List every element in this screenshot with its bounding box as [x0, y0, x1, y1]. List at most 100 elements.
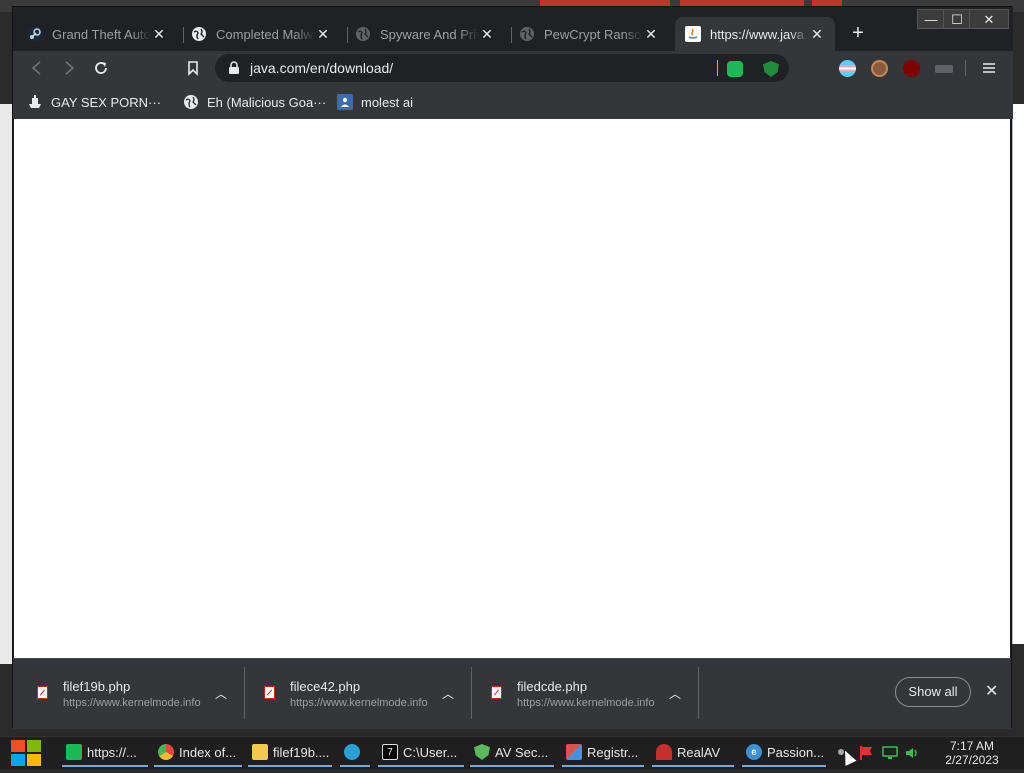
bookmark-item[interactable]: Eh (Malicious Goa···	[183, 85, 326, 119]
ublock-extension-icon[interactable]	[903, 60, 920, 77]
close-tab-icon[interactable]: ✕	[479, 26, 495, 43]
taskbar-label: Registr...	[587, 744, 639, 760]
edge-icon	[344, 744, 360, 760]
bookmark-item[interactable]: GAY SEX PORN···	[27, 85, 161, 119]
show-all-button[interactable]: Show all	[895, 677, 971, 707]
flag-icon[interactable]	[858, 745, 874, 761]
avatar-extension-icon[interactable]	[871, 60, 888, 77]
ie-icon: e	[746, 744, 762, 760]
hamburger-menu-icon	[983, 63, 995, 73]
tab-label: https://www.java.com	[710, 26, 809, 42]
minimize-button[interactable]: —	[917, 9, 945, 29]
taskbar-item[interactable]: https://...	[62, 739, 148, 767]
reload-button[interactable]	[89, 56, 113, 80]
taskbar: https://... Index of... filef19b.... 7 C…	[0, 736, 1024, 769]
chevron-up-icon[interactable]: ︿	[442, 685, 454, 702]
ship-icon	[27, 94, 43, 110]
maximize-button[interactable]: ☐	[943, 9, 971, 29]
tab-label: PewCrypt Ransomware	[544, 26, 643, 42]
back-arrow-icon	[31, 61, 41, 75]
registry-icon	[566, 744, 582, 760]
address-bar[interactable]: java.com/en/download/	[215, 54, 789, 82]
background-window-right	[1012, 104, 1024, 644]
bookmarks-bar: GAY SEX PORN··· Eh (Malicious Goa··· mol…	[13, 85, 1013, 119]
close-tab-icon[interactable]: ✕	[643, 26, 659, 43]
windows-logo-icon	[11, 740, 41, 766]
shield-extension-icon[interactable]	[763, 61, 779, 77]
taskbar-label: C:\User...	[403, 744, 458, 760]
taskbar-label: AV Sec...	[495, 744, 549, 760]
download-filename: filedcde.php	[517, 679, 588, 694]
forward-button[interactable]	[57, 56, 81, 80]
tab-completed-malware[interactable]: Completed Malware ✕	[181, 17, 341, 51]
close-window-button[interactable]: ✕	[969, 9, 1009, 29]
tab-java-active[interactable]: https://www.java.com ✕	[675, 17, 835, 51]
taskbar-item[interactable]	[340, 739, 370, 767]
url-text: java.com/en/download/	[250, 60, 394, 76]
bookmark-icon	[188, 61, 198, 76]
close-tab-icon[interactable]: ✕	[315, 26, 331, 43]
download-filename: filef19b.php	[63, 679, 131, 694]
tab-label: Completed Malware	[216, 26, 315, 42]
taskbar-label: https://...	[87, 744, 137, 760]
extension-icon[interactable]	[935, 65, 953, 73]
download-item[interactable]: filece42.php https://www.kernelmode.info…	[240, 659, 468, 729]
toolbar-divider	[965, 60, 966, 76]
taskbar-label: RealAV	[677, 744, 721, 760]
bookmark-item[interactable]: molest ai	[337, 85, 413, 119]
close-download-shelf-icon[interactable]: ✕	[985, 681, 998, 701]
download-source: https://www.kernelmode.info	[63, 697, 201, 709]
back-button[interactable]	[25, 56, 49, 80]
tab-gta[interactable]: Grand Theft Auto III ✕	[17, 17, 177, 51]
tab-strip: Grand Theft Auto III ✕ Completed Malware…	[13, 7, 1013, 51]
clock-time: 7:17 AM	[949, 739, 995, 753]
folder-icon	[252, 744, 268, 760]
tab-spyware[interactable]: Spyware And Privacy ✕	[345, 17, 505, 51]
7zip-icon: 7	[382, 744, 398, 760]
reload-icon	[95, 62, 107, 74]
chrome-icon	[158, 744, 174, 760]
flag-extension-icon[interactable]	[839, 60, 856, 77]
tab-label: Spyware And Privacy	[380, 26, 479, 42]
close-tab-icon[interactable]: ✕	[809, 26, 825, 43]
tab-pewcrypt[interactable]: PewCrypt Ransomware ✕	[509, 17, 669, 51]
globe-icon	[183, 94, 199, 110]
taskbar-label: Index of...	[179, 744, 237, 760]
taskbar-item[interactable]: AV Sec...	[470, 739, 554, 767]
taskbar-item[interactable]: e Passion...	[742, 739, 826, 767]
network-icon[interactable]	[882, 745, 898, 761]
chevron-up-icon[interactable]: ︿	[669, 685, 681, 702]
volume-icon[interactable]	[904, 745, 920, 761]
menu-button[interactable]	[977, 56, 1001, 80]
chat-extension-icon[interactable]	[727, 61, 743, 77]
globe-icon	[519, 26, 535, 42]
taskbar-item[interactable]: Index of...	[154, 739, 242, 767]
start-button[interactable]	[10, 738, 42, 768]
clock-date: 2/27/2023	[945, 753, 999, 767]
new-tab-button[interactable]: +	[847, 22, 869, 44]
close-tab-icon[interactable]: ✕	[151, 26, 167, 43]
system-clock[interactable]: 7:17 AM 2/27/2023	[932, 739, 1012, 767]
browser-toolbar: java.com/en/download/	[13, 51, 1013, 85]
taskbar-item[interactable]: RealAV	[652, 739, 734, 767]
shield-icon	[474, 744, 490, 760]
file-icon	[491, 686, 502, 699]
taskbar-item[interactable]: 7 C:\User...	[378, 739, 464, 767]
taskbar-item[interactable]: Registr...	[562, 739, 644, 767]
bookmark-label: GAY SEX PORN···	[51, 94, 162, 110]
download-shelf: filef19b.php https://www.kernelmode.info…	[13, 658, 1011, 729]
file-icon	[264, 686, 275, 699]
download-divider	[698, 667, 699, 719]
download-source: https://www.kernelmode.info	[290, 697, 428, 709]
tab-label: Grand Theft Auto III	[52, 26, 151, 42]
download-item[interactable]: filef19b.php https://www.kernelmode.info…	[13, 659, 241, 729]
download-filename: filece42.php	[290, 679, 361, 694]
omnibox-divider	[717, 60, 718, 76]
file-icon	[37, 686, 48, 699]
chevron-up-icon[interactable]: ︿	[215, 685, 227, 702]
image-icon	[337, 94, 353, 110]
bookmark-button[interactable]	[181, 56, 205, 80]
realav-icon	[656, 744, 672, 760]
download-item[interactable]: filedcde.php https://www.kernelmode.info…	[467, 659, 695, 729]
taskbar-item[interactable]: filef19b....	[248, 739, 332, 767]
